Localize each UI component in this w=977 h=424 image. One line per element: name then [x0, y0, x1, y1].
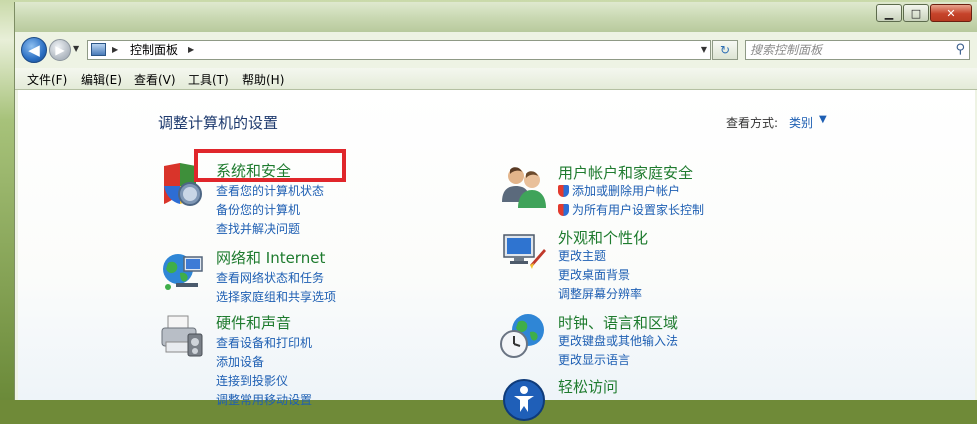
category-title[interactable]: 网络和 Internet: [216, 247, 325, 268]
menu-view[interactable]: 查看(V): [134, 71, 176, 88]
uac-shield-icon: [558, 185, 569, 197]
menu-bar: 文件(F) 编辑(E) 查看(V) 工具(T) 帮助(H): [15, 68, 977, 90]
arrow-right-icon: ▶: [55, 43, 65, 57]
link-text: 为所有用户设置家长控制: [572, 203, 705, 217]
link-add-device[interactable]: 添加设备: [216, 353, 264, 370]
menu-edit[interactable]: 编辑(E): [81, 71, 122, 88]
link-add-remove-user[interactable]: 添加或删除用户帐户: [558, 182, 680, 199]
category-title[interactable]: 硬件和声音: [216, 312, 291, 333]
maximize-icon: □: [910, 6, 922, 20]
chevron-down-icon[interactable]: ▼: [819, 114, 827, 125]
link-view-computer-status[interactable]: 查看您的计算机状态: [216, 182, 324, 199]
link-change-theme[interactable]: 更改主题: [558, 247, 606, 264]
menu-tools[interactable]: 工具(T): [188, 71, 229, 88]
link-parental-controls[interactable]: 为所有用户设置家长控制: [558, 201, 704, 218]
search-placeholder: 搜索控制面板: [750, 43, 823, 57]
recent-pages-dropdown[interactable]: ▼: [73, 44, 79, 53]
link-devices-printers[interactable]: 查看设备和打印机: [216, 334, 312, 351]
refresh-icon: ↻: [719, 43, 731, 57]
monitor-paint-icon[interactable]: [500, 227, 548, 275]
close-icon: ✕: [946, 6, 956, 20]
link-backup-computer[interactable]: 备份您的计算机: [216, 201, 300, 218]
forward-button[interactable]: ▶: [49, 39, 71, 61]
category-title[interactable]: 外观和个性化: [558, 227, 648, 248]
uac-shield-icon: [558, 204, 569, 216]
refresh-button[interactable]: ↻: [712, 40, 738, 60]
link-display-language[interactable]: 更改显示语言: [558, 351, 630, 368]
link-troubleshoot[interactable]: 查找并解决问题: [216, 220, 300, 237]
maximize-button[interactable]: □: [903, 4, 929, 22]
caption-buttons: ▁ □ ✕: [875, 4, 972, 24]
link-connect-projector[interactable]: 连接到投影仪: [216, 372, 288, 389]
title-bar[interactable]: ▁ □ ✕: [15, 2, 977, 32]
search-input[interactable]: 搜索控制面板 ⚲: [745, 40, 970, 60]
accessibility-icon[interactable]: [500, 376, 548, 424]
globe-network-icon[interactable]: [158, 247, 206, 295]
link-desktop-background[interactable]: 更改桌面背景: [558, 266, 630, 283]
main-content: 调整计算机的设置 查看方式: 类别 ▼ 系统和安全 查看您的计算机状态 备份您的…: [18, 90, 975, 421]
address-bar: ◀ ▶ ▼ ▶ 控制面板 ▶ ▼ ↻ 搜索控制面板 ⚲: [15, 32, 977, 66]
category-title[interactable]: 时钟、语言和区域: [558, 312, 678, 333]
menu-file[interactable]: 文件(F): [27, 71, 67, 88]
menu-help[interactable]: 帮助(H): [242, 71, 284, 88]
view-by-dropdown[interactable]: 类别: [789, 114, 813, 131]
chevron-down-icon[interactable]: ▼: [701, 41, 707, 59]
link-keyboard-input[interactable]: 更改键盘或其他输入法: [558, 332, 678, 349]
link-screen-resolution[interactable]: 调整屏幕分辨率: [558, 285, 642, 302]
link-homegroup-sharing[interactable]: 选择家庭组和共享选项: [216, 288, 336, 305]
users-icon[interactable]: [500, 162, 548, 210]
arrow-left-icon: ◀: [28, 41, 40, 59]
chevron-right-icon[interactable]: ▶: [188, 41, 194, 59]
view-by-label: 查看方式:: [726, 116, 779, 130]
clock-globe-icon[interactable]: [500, 312, 548, 360]
page-title: 调整计算机的设置: [158, 114, 279, 132]
printer-icon[interactable]: [158, 312, 206, 360]
chevron-right-icon[interactable]: ▶: [112, 41, 118, 59]
minimize-icon: ▁: [884, 6, 894, 20]
close-button[interactable]: ✕: [930, 4, 972, 22]
link-network-status[interactable]: 查看网络状态和任务: [216, 269, 324, 286]
control-panel-icon: [91, 43, 106, 56]
link-text: 添加或删除用户帐户: [572, 184, 681, 198]
minimize-button[interactable]: ▁: [876, 4, 902, 22]
category-title[interactable]: 用户帐户和家庭安全: [558, 162, 693, 183]
search-icon[interactable]: ⚲: [955, 41, 965, 59]
breadcrumb-control-panel[interactable]: 控制面板: [130, 41, 178, 59]
address-field[interactable]: ▶ 控制面板 ▶ ▼: [87, 40, 711, 60]
highlight-annotation: [194, 149, 346, 182]
control-panel-window: ▁ □ ✕ ◀ ▶ ▼ ▶ 控制面板 ▶ ▼ ↻ 搜索控制面板 ⚲ 文件(F) …: [14, 2, 977, 421]
category-title[interactable]: 轻松访问: [558, 376, 618, 397]
back-button[interactable]: ◀: [21, 37, 47, 63]
